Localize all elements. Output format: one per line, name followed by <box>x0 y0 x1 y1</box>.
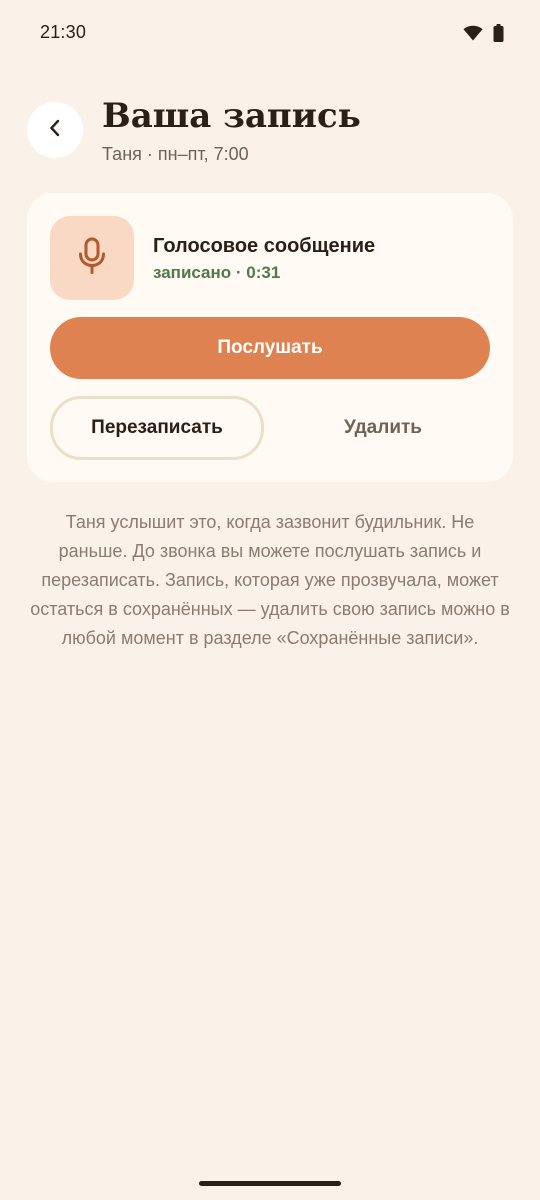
message-status: записано · 0:31 <box>153 263 281 282</box>
voice-message-card: Голосовое сообщение записано · 0:31 Посл… <box>27 193 513 482</box>
message-title: Голосовое сообщение <box>153 235 376 257</box>
listen-button[interactable]: Послушать <box>50 317 490 379</box>
status-time: 21:30 <box>40 22 87 42</box>
delete-button[interactable]: Удалить <box>275 396 491 460</box>
page-subtitle: Таня · пн–пт, 7:00 <box>102 144 249 164</box>
status-bar: 21:30 <box>0 0 540 68</box>
chevron-left-icon <box>48 119 62 142</box>
back-button[interactable] <box>27 102 83 158</box>
battery-icon <box>493 24 504 42</box>
microphone-icon <box>77 237 107 280</box>
wifi-icon <box>463 25 483 41</box>
page-title: Ваша запись <box>102 96 361 136</box>
info-text: Таня услышит это, когда зазвонит будильн… <box>30 512 510 648</box>
mic-tile <box>50 216 134 300</box>
status-icons <box>463 24 504 42</box>
rerecord-button[interactable]: Перезаписать <box>50 396 264 460</box>
gesture-nav-handle[interactable] <box>199 1181 341 1186</box>
